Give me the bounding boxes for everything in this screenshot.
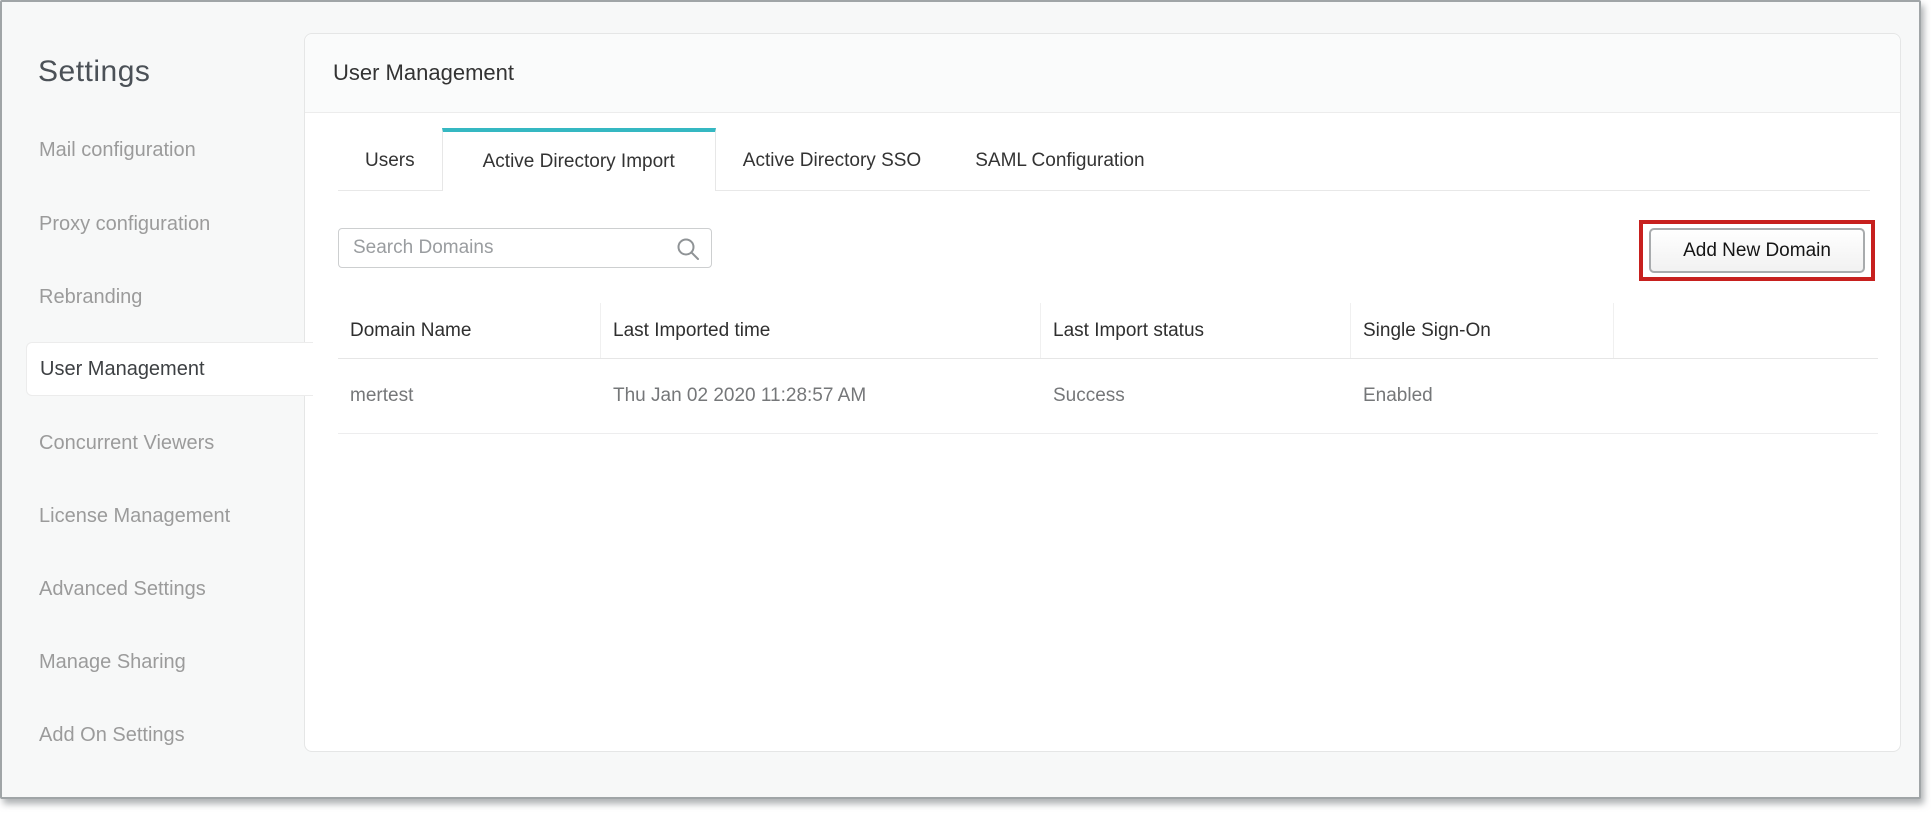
- table-header-row: Domain Name Last Imported time Last Impo…: [338, 303, 1878, 359]
- domains-table: Domain Name Last Imported time Last Impo…: [338, 303, 1878, 434]
- sidebar-item-concurrent-viewers[interactable]: Concurrent Viewers: [26, 416, 310, 470]
- sidebar-item-label: Manage Sharing: [39, 651, 186, 674]
- search-icon: [675, 236, 701, 262]
- column-header-last-imported-time: Last Imported time: [601, 303, 1041, 358]
- sidebar-item-label: Rebranding: [39, 286, 142, 309]
- add-new-domain-button[interactable]: Add New Domain: [1649, 228, 1865, 273]
- column-header-actions-empty: [1614, 303, 1878, 358]
- search-domains-input[interactable]: [339, 229, 711, 267]
- column-header-last-import-status: Last Import status: [1041, 303, 1351, 358]
- column-header-single-sign-on: Single Sign-On: [1351, 303, 1614, 358]
- sidebar-item-proxy-configuration[interactable]: Proxy configuration: [26, 197, 310, 251]
- user-management-panel: User Management Users Active Directory I…: [304, 33, 1901, 752]
- settings-window: Settings Mail configuration Proxy config…: [0, 0, 1921, 799]
- sidebar-item-label: Concurrent Viewers: [39, 432, 214, 455]
- cell-last-import-status: Success: [1041, 359, 1351, 433]
- cell-single-sign-on: Enabled: [1351, 359, 1614, 433]
- sidebar-item-label: Mail configuration: [39, 139, 196, 162]
- tab-bar: Users Active Directory Import Active Dir…: [338, 128, 1870, 191]
- sidebar-item-advanced-settings[interactable]: Advanced Settings: [26, 562, 310, 616]
- sidebar-item-label: Proxy configuration: [39, 213, 210, 236]
- tab-label: Users: [365, 150, 415, 172]
- sidebar-item-rebranding[interactable]: Rebranding: [26, 270, 310, 324]
- column-header-domain-name: Domain Name: [338, 303, 601, 358]
- tab-saml-configuration[interactable]: SAML Configuration: [948, 128, 1171, 190]
- cell-domain-name: mertest: [338, 359, 601, 433]
- tab-users[interactable]: Users: [338, 128, 442, 190]
- tab-label: Active Directory Import: [483, 151, 675, 173]
- tab-active-directory-import[interactable]: Active Directory Import: [442, 128, 716, 191]
- table-row[interactable]: mertest Thu Jan 02 2020 11:28:57 AM Succ…: [338, 359, 1878, 434]
- search-domains-box: [338, 228, 712, 268]
- sidebar-item-manage-sharing[interactable]: Manage Sharing: [26, 635, 310, 689]
- page-title: Settings: [38, 55, 150, 89]
- sidebar-item-label: License Management: [39, 505, 230, 528]
- cell-last-imported-time: Thu Jan 02 2020 11:28:57 AM: [601, 359, 1041, 433]
- sidebar-item-label: User Management: [40, 358, 205, 381]
- sidebar-item-add-on-settings[interactable]: Add On Settings: [26, 708, 310, 762]
- tab-label: Active Directory SSO: [743, 150, 921, 172]
- annotation-highlight-box: Add New Domain: [1639, 220, 1875, 281]
- sidebar-item-mail-configuration[interactable]: Mail configuration: [26, 123, 310, 177]
- sidebar-item-license-management[interactable]: License Management: [26, 489, 310, 543]
- sidebar-item-label: Advanced Settings: [39, 578, 206, 601]
- panel-title: User Management: [305, 34, 1900, 113]
- tab-active-directory-sso[interactable]: Active Directory SSO: [716, 128, 948, 190]
- sidebar-item-label: Add On Settings: [39, 724, 185, 747]
- tab-label: SAML Configuration: [975, 150, 1144, 172]
- sidebar-item-user-management[interactable]: User Management: [26, 342, 313, 396]
- cell-actions-empty: [1614, 359, 1878, 433]
